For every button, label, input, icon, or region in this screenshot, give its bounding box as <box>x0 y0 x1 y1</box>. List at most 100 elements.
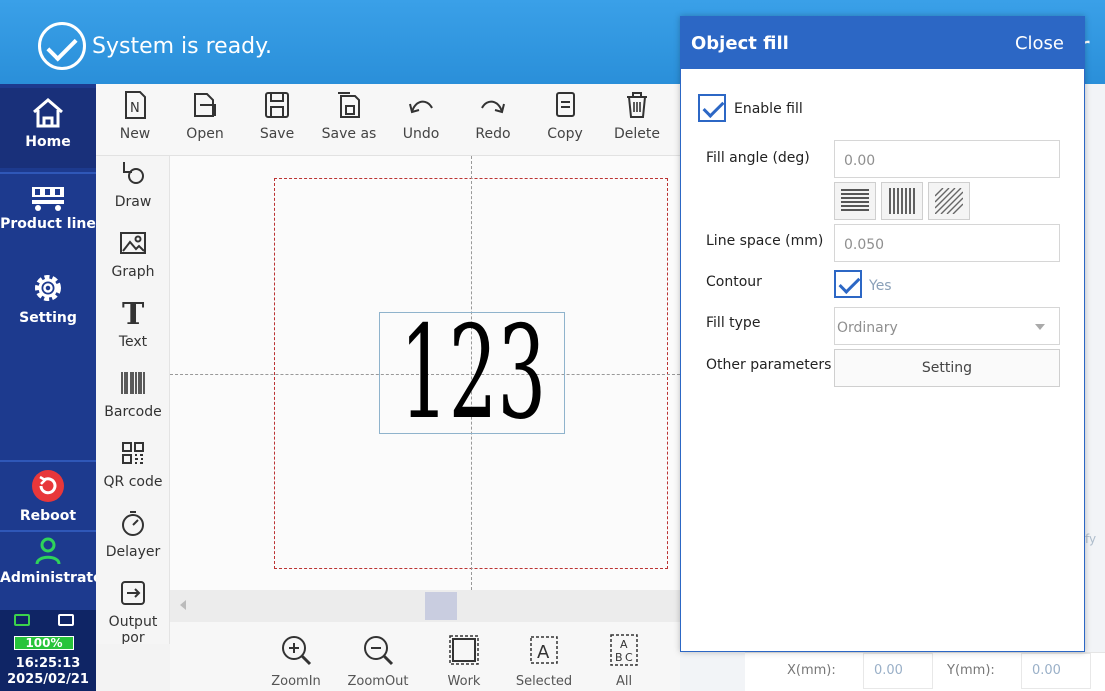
delete-button[interactable]: Delete <box>602 90 672 142</box>
battery-indicator: 100% <box>14 636 74 650</box>
nav-home[interactable]: Home <box>0 88 96 168</box>
zoom-in-label: ZoomIn <box>271 674 321 689</box>
open-button[interactable]: Open <box>170 90 240 142</box>
text-label: Text <box>118 334 148 350</box>
home-icon <box>33 98 63 128</box>
hatch-vertical-button[interactable] <box>881 182 923 220</box>
chevron-down-icon <box>1035 324 1045 330</box>
dialog-header: Object fill Close <box>681 17 1084 69</box>
all-icon: A B C <box>610 634 638 666</box>
delayer-label: Delayer <box>105 544 161 560</box>
open-label: Open <box>186 126 224 142</box>
new-button[interactable]: N New <box>100 90 170 142</box>
output-port-button[interactable]: Output por <box>96 578 169 644</box>
design-canvas[interactable]: 123 <box>170 156 680 590</box>
fill-angle-input[interactable]: 0.00 <box>834 140 1060 178</box>
horizontal-scrollbar[interactable] <box>170 590 680 622</box>
nav-reboot[interactable]: Reboot <box>0 468 96 524</box>
zoom-out-button[interactable]: ZoomOut <box>340 632 416 689</box>
enable-fill-label: Enable fill <box>734 101 803 117</box>
zoom-work-label: Work <box>447 674 481 689</box>
app-window: fy System is ready. r Home <box>0 0 1105 691</box>
zoom-work-button[interactable]: Work <box>426 632 502 689</box>
nav-setting[interactable]: Setting <box>0 270 96 326</box>
nav-product-line[interactable]: Product line <box>0 184 96 232</box>
gear-icon <box>35 275 61 301</box>
draw-button[interactable]: Draw <box>96 158 169 210</box>
copy-button[interactable]: Copy <box>530 90 600 142</box>
contour-checkbox[interactable] <box>834 270 862 298</box>
image-icon <box>120 232 146 254</box>
barcode-icon <box>121 372 145 394</box>
save-as-label: Save as <box>321 126 377 142</box>
zoom-selected-button[interactable]: A Selected <box>506 632 582 689</box>
left-navigation: Home Product line Setting Reboot Adminis… <box>0 84 110 691</box>
svg-text:T: T <box>122 298 145 328</box>
graph-button[interactable]: Graph <box>96 228 169 280</box>
qr-code-icon <box>122 442 144 464</box>
nav-product-line-label: Product line <box>0 216 96 232</box>
fill-angle-label: Fill angle (deg) <box>706 150 810 166</box>
line-space-input[interactable]: 0.050 <box>834 224 1060 262</box>
trash-icon <box>627 92 647 118</box>
system-info: 100% 16:25:13 2025/02/21 <box>0 610 96 691</box>
hatch-diagonal-button[interactable] <box>928 182 970 220</box>
y-coordinate-label: Y(mm): <box>947 663 995 678</box>
connection-icon <box>14 614 30 626</box>
background-fragment-text: fy <box>1085 532 1097 546</box>
other-parameters-label: Other parameters <box>706 357 832 373</box>
text-object[interactable]: 123 <box>379 312 565 434</box>
delayer-button[interactable]: Delayer <box>96 508 169 560</box>
undo-icon <box>409 100 433 114</box>
fill-type-label: Fill type <box>706 315 761 331</box>
diagonal-lines-icon <box>935 188 963 214</box>
save-icon <box>265 92 289 118</box>
barcode-button[interactable]: Barcode <box>96 368 169 420</box>
qr-code-button[interactable]: QR code <box>96 438 169 490</box>
y-coordinate-input[interactable]: 0.00 <box>1021 653 1091 689</box>
save-button[interactable]: Save <box>242 90 312 142</box>
text-button[interactable]: T Text <box>96 298 169 350</box>
hatch-horizontal-button[interactable] <box>834 182 876 220</box>
output-port-icon <box>121 581 145 605</box>
nav-administrator[interactable]: Administrator <box>0 536 110 586</box>
zoom-toolbar: ZoomIn ZoomOut Work A Selected A B C All <box>170 622 680 691</box>
close-button[interactable]: Close <box>1015 33 1064 54</box>
svg-text:B: B <box>615 651 623 664</box>
redo-button[interactable]: Redo <box>458 90 528 142</box>
line-space-label: Line space (mm) <box>706 233 824 249</box>
object-palette: Draw Graph T Text Barcode QR code Delaye… <box>96 156 170 644</box>
reboot-icon <box>32 470 64 502</box>
redo-label: Redo <box>475 126 511 142</box>
fill-type-select[interactable]: Ordinary <box>834 307 1060 345</box>
save-as-button[interactable]: Save as <box>314 90 384 142</box>
save-as-icon <box>338 92 360 118</box>
x-coordinate-input[interactable]: 0.00 <box>863 653 933 689</box>
clock-date: 2025/02/21 <box>7 672 89 687</box>
nav-setting-label: Setting <box>19 310 77 326</box>
undo-button[interactable]: Undo <box>386 90 456 142</box>
clock-time: 16:25:13 <box>15 656 81 671</box>
svg-text:A: A <box>620 638 628 651</box>
copy-label: Copy <box>547 126 583 142</box>
nav-administrator-label: Administrator <box>0 570 110 586</box>
scrollbar-thumb[interactable] <box>425 592 457 620</box>
zoom-all-button[interactable]: A B C All <box>586 632 662 689</box>
other-parameters-setting-button[interactable]: Setting <box>834 349 1060 387</box>
zoom-in-button[interactable]: ZoomIn <box>258 632 334 689</box>
new-file-icon: N <box>125 91 146 119</box>
text-icon: T <box>122 298 145 328</box>
zoom-out-icon <box>364 636 394 666</box>
scroll-left-arrow-icon[interactable] <box>180 600 186 610</box>
enable-fill-checkbox[interactable] <box>698 94 726 122</box>
save-label: Save <box>259 126 295 142</box>
vertical-lines-icon <box>889 188 915 214</box>
text-object-content: 123 <box>399 312 547 434</box>
barcode-label: Barcode <box>104 404 162 420</box>
nav-home-label: Home <box>25 134 71 150</box>
contour-yes-label: Yes <box>869 278 892 294</box>
zoom-out-label: ZoomOut <box>347 674 409 689</box>
ready-check-icon <box>38 22 86 70</box>
contour-label: Contour <box>706 274 762 290</box>
copy-icon <box>556 92 575 117</box>
